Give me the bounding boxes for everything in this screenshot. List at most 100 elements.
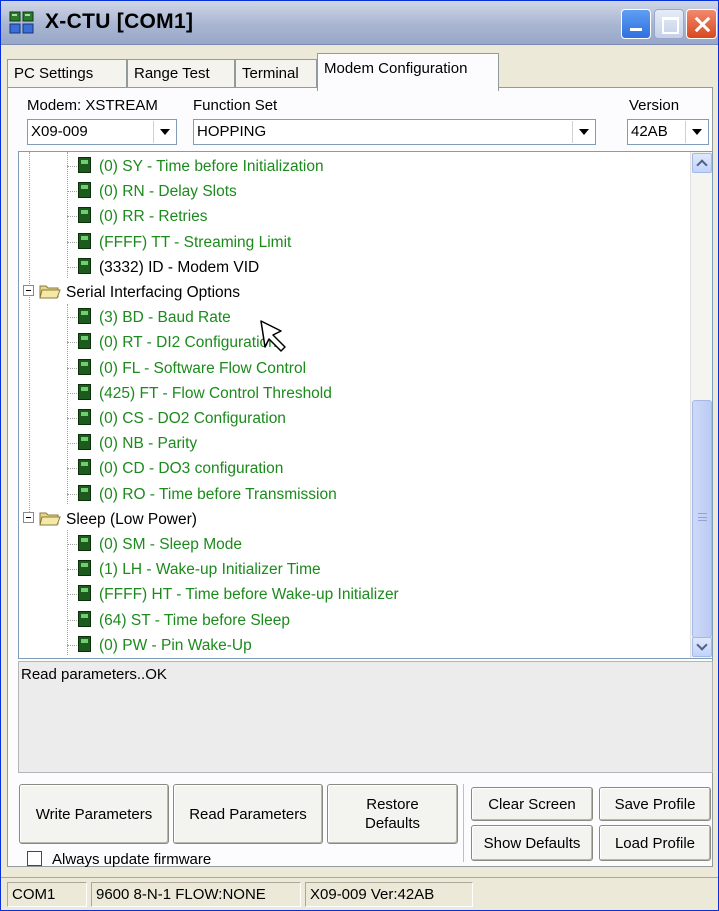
close-button[interactable] xyxy=(686,9,717,39)
parameter-icon xyxy=(78,308,91,325)
tree-parameter[interactable]: (3332) ID - Modem VID xyxy=(67,255,260,280)
mouse-pointer-icon xyxy=(260,320,286,352)
minimize-button[interactable] xyxy=(621,9,651,39)
parameter-icon xyxy=(78,484,91,501)
tree-parameter-label: (0) CS - DO2 Configuration xyxy=(99,410,286,427)
tree-guide-line xyxy=(67,152,68,278)
title-bar[interactable]: X-CTU [COM1] xyxy=(1,1,718,45)
folder-open-icon xyxy=(39,285,61,299)
tree-parameter[interactable]: (0) SY - Time before Initialization xyxy=(67,154,324,179)
always-update-firmware-row[interactable]: Always update firmware xyxy=(27,851,211,869)
tree-parameter[interactable]: (1) LH - Wake-up Initializer Time xyxy=(67,557,321,582)
tree-parameter-label: (0) RN - Delay Slots xyxy=(99,183,237,201)
parameter-icon xyxy=(78,358,91,375)
status-settings: 9600 8-N-1 FLOW:NONE xyxy=(91,882,301,907)
tree-category-label: Sleep (Low Power) xyxy=(66,510,197,528)
tree-parameter-label: (0) PW - Pin Wake-Up xyxy=(99,636,252,654)
tree-guide-line xyxy=(29,152,30,522)
tree-parameter[interactable]: (0) RO - Time before Transmission xyxy=(67,482,337,507)
window-title: X-CTU [COM1] xyxy=(45,10,194,33)
chevron-down-icon[interactable] xyxy=(572,121,594,143)
status-bar: COM1 9600 8-N-1 FLOW:NONE X09-009 Ver:42… xyxy=(1,877,718,910)
tree-parameter-label: (0) RR - Retries xyxy=(99,208,208,226)
parameter-icon xyxy=(78,459,91,476)
tree-vertical-scrollbar[interactable] xyxy=(690,152,712,658)
tree-parameter[interactable]: (0) SM - Sleep Mode xyxy=(67,532,242,557)
tree-parameter[interactable]: (0) FL - Software Flow Control xyxy=(67,356,306,381)
version-select[interactable]: 42AB xyxy=(627,119,709,145)
parameter-icon xyxy=(78,257,91,274)
tree-parameter[interactable]: (64) ST - Time before Sleep xyxy=(67,608,290,633)
tree-parameter-label: (425) FT - Flow Control Threshold xyxy=(99,384,332,402)
always-update-firmware-checkbox[interactable] xyxy=(27,851,42,866)
tree-category-label: Serial Interfacing Options xyxy=(66,284,241,301)
tree-parameter[interactable]: (0) PW - Pin Wake-Up xyxy=(67,633,252,658)
restore-defaults-label-line1: Restore xyxy=(366,796,419,813)
load-profile-button[interactable]: Load Profile xyxy=(599,825,711,861)
restore-defaults-button[interactable]: Restore Defaults xyxy=(327,784,458,844)
modem-select[interactable]: X09-009 xyxy=(27,119,177,145)
read-parameters-button[interactable]: Read Parameters xyxy=(173,784,323,844)
parameter-icon xyxy=(78,409,91,425)
function-set-label: Function Set xyxy=(193,97,278,114)
function-set-select[interactable]: HOPPING xyxy=(193,119,596,145)
output-log[interactable]: Read parameters..OK xyxy=(18,661,713,773)
scroll-up-icon[interactable] xyxy=(692,153,712,173)
tree-guide-line xyxy=(67,304,68,504)
tree-parameter[interactable]: (0) CS - DO2 Configuration xyxy=(67,406,286,431)
parameter-icon xyxy=(78,585,91,602)
tree-parameter[interactable]: (FFFF) HT - Time before Wake-up Initiali… xyxy=(67,582,399,607)
log-text: Read parameters..OK xyxy=(21,666,167,683)
tree-parameter-label: (0) CD - DO3 configuration xyxy=(99,460,284,478)
restore-defaults-label-line2: Defaults xyxy=(364,815,421,832)
tab-terminal[interactable]: Terminal xyxy=(235,59,317,89)
tab-pc-settings[interactable]: PC Settings xyxy=(7,59,127,89)
status-modem: X09-009 Ver:42AB xyxy=(305,882,473,907)
modem-select-value: X09-009 xyxy=(31,123,88,140)
clear-screen-button[interactable]: Clear Screen xyxy=(471,787,593,821)
tree-parameter[interactable]: (0) RT - DI2 Configuration xyxy=(67,330,277,355)
maximize-button[interactable] xyxy=(654,9,684,39)
parameter-icon xyxy=(78,383,91,400)
tree-parameter-label: (FFFF) HT - Time before Wake-up Initiali… xyxy=(99,586,399,604)
tree-category[interactable]: Sleep (Low Power) xyxy=(23,507,197,532)
show-defaults-button[interactable]: Show Defaults xyxy=(471,825,593,861)
xctu-window: X-CTU [COM1] PC Settings Range Test Term… xyxy=(0,0,719,911)
tree-parameter-label: (64) ST - Time before Sleep xyxy=(99,611,290,629)
tree-parameter[interactable]: (425) FT - Flow Control Threshold xyxy=(67,381,332,406)
tree-parameter[interactable]: (0) CD - DO3 configuration xyxy=(67,456,284,481)
tree-parameter[interactable]: (FFFF) TT - Streaming Limit xyxy=(67,230,291,255)
tree-category[interactable]: Serial Interfacing Options xyxy=(23,280,240,305)
parameter-tree[interactable]: (0) SY - Time before Initialization (0) R… xyxy=(18,151,713,659)
collapse-icon[interactable] xyxy=(23,285,34,296)
parameter-icon xyxy=(78,207,91,224)
tree-parameter-label: (3) BD - Baud Rate xyxy=(99,309,231,327)
tree-parameter[interactable]: (0) NB - Parity xyxy=(67,431,197,456)
tab-range-test[interactable]: Range Test xyxy=(127,59,235,89)
parameter-icon xyxy=(78,182,91,199)
parameter-icon xyxy=(78,157,91,173)
tree-parameter[interactable]: (0) RN - Delay Slots xyxy=(67,179,237,204)
tree-parameter-label: (3332) ID - Modem VID xyxy=(99,258,260,276)
save-profile-button[interactable]: Save Profile xyxy=(599,787,711,821)
version-value: 42AB xyxy=(631,123,668,140)
scrollbar-thumb[interactable] xyxy=(692,400,712,638)
chevron-down-icon[interactable] xyxy=(685,121,707,143)
collapse-icon[interactable] xyxy=(23,511,34,523)
parameter-icon xyxy=(78,635,91,652)
button-group-divider xyxy=(463,784,464,862)
function-set-value: HOPPING xyxy=(197,123,267,140)
tree-parameter[interactable]: (0) RR - Retries xyxy=(67,204,208,229)
tree-parameter[interactable]: (3) BD - Baud Rate xyxy=(67,305,231,330)
chevron-down-icon[interactable] xyxy=(153,121,175,143)
tree-guide-line xyxy=(67,530,68,655)
scroll-down-icon[interactable] xyxy=(692,637,712,657)
tree-parameter-label: (0) SY - Time before Initialization xyxy=(99,158,324,175)
write-parameters-button[interactable]: Write Parameters xyxy=(19,784,169,844)
parameter-icon xyxy=(78,434,91,451)
tree-parameter-label: (0) SM - Sleep Mode xyxy=(99,536,242,553)
tree-parameter-label: (0) RO - Time before Transmission xyxy=(99,485,337,503)
tab-modem-configuration[interactable]: Modem Configuration xyxy=(317,53,499,91)
parameter-icon xyxy=(78,610,91,627)
parameter-icon xyxy=(78,560,91,577)
